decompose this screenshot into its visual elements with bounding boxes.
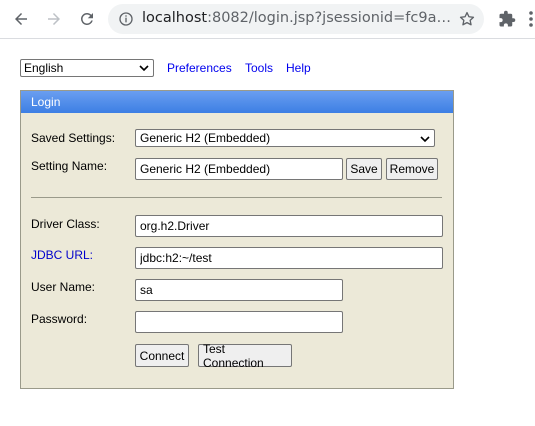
setting-name-label: Setting Name: (31, 159, 108, 173)
chevron-down-icon (420, 136, 430, 143)
saved-settings-value: Generic H2 (Embedded) (140, 131, 271, 145)
reload-button[interactable] (76, 8, 98, 30)
jdbc-url-label[interactable]: JDBC URL: (31, 248, 93, 262)
url-text[interactable]: localhost:8082/login.jsp?jsessionid=fc9a… (142, 10, 452, 26)
password-input[interactable] (135, 311, 343, 333)
driver-class-label: Driver Class: (31, 217, 100, 231)
url-host: localhost (142, 10, 208, 26)
user-name-input[interactable] (135, 279, 343, 301)
save-button[interactable]: Save (346, 158, 382, 180)
puzzle-icon[interactable] (498, 10, 516, 28)
arrow-right-icon (48, 13, 60, 25)
saved-settings-select[interactable]: Generic H2 (Embedded) (135, 129, 435, 147)
browser-toolbar: localhost:8082/login.jsp?jsessionid=fc9a… (0, 0, 535, 39)
divider (31, 197, 442, 198)
remove-button[interactable]: Remove (386, 158, 438, 180)
tools-link[interactable]: Tools (245, 61, 273, 75)
back-button[interactable] (10, 8, 32, 30)
help-link[interactable]: Help (286, 61, 311, 75)
language-select[interactable]: English (20, 59, 154, 77)
kebab-menu-icon[interactable] (528, 10, 534, 28)
setting-name-input[interactable] (135, 158, 343, 180)
user-name-label: User Name: (31, 280, 96, 294)
address-bar[interactable]: localhost:8082/login.jsp?jsessionid=fc9a… (108, 4, 484, 34)
login-panel: Login Saved Settings: Generic H2 (Embedd… (20, 90, 454, 389)
language-select-value: English (24, 61, 64, 75)
preferences-link[interactable]: Preferences (167, 61, 232, 75)
jdbc-url-input[interactable] (135, 247, 443, 269)
driver-class-input[interactable] (135, 215, 443, 237)
connect-button[interactable]: Connect (135, 344, 189, 367)
password-label: Password: (31, 312, 88, 326)
url-path: :8082/login.jsp?jsessionid=fc9a… (207, 10, 451, 26)
saved-settings-label: Saved Settings: (31, 131, 116, 145)
arrow-left-icon (15, 13, 27, 25)
login-panel-title: Login (21, 91, 453, 113)
star-icon[interactable] (458, 10, 476, 28)
chevron-down-icon (139, 65, 149, 72)
info-icon[interactable] (118, 11, 134, 27)
test-connection-button[interactable]: Test Connection (198, 342, 292, 370)
reload-icon (80, 12, 93, 25)
forward-button[interactable] (43, 8, 65, 30)
